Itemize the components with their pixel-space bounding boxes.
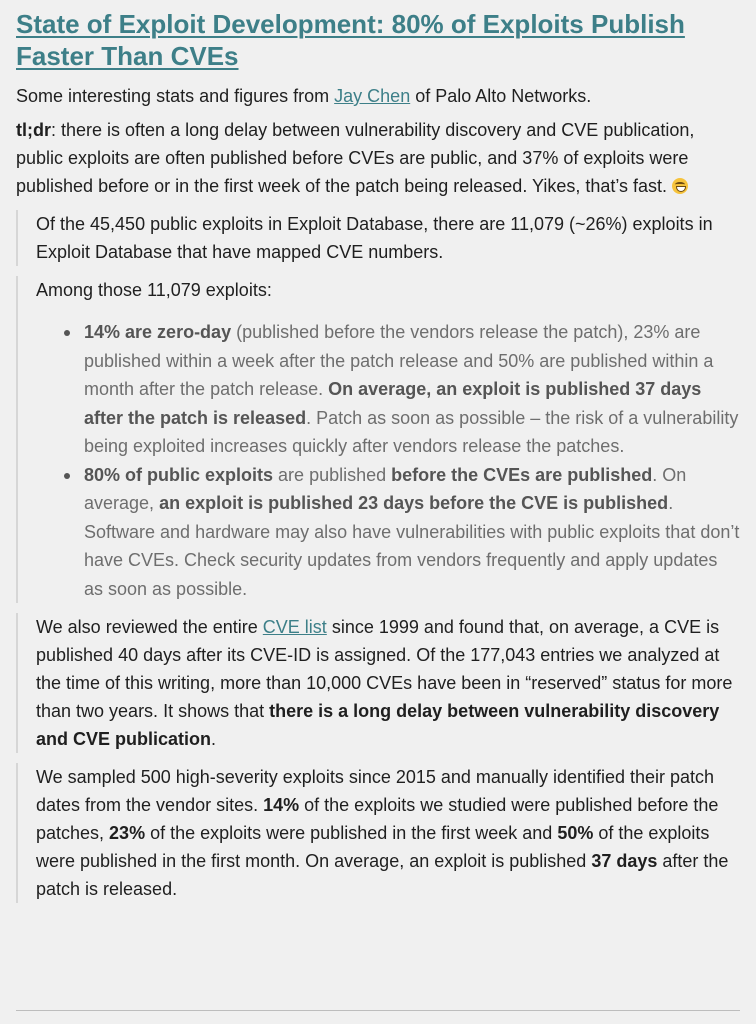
intro-text-before: Some interesting stats and figures from <box>16 86 335 106</box>
quote-stats-lead: Among those 11,079 exploits: <box>36 280 272 300</box>
bold-text: 80% of public exploits <box>84 464 274 485</box>
stats-list-item-zero-day: 14% are zero-day (published before the v… <box>64 318 740 461</box>
bold-text: before the CVEs are published <box>391 464 653 485</box>
grinning-sweat-emoji-icon <box>672 178 689 194</box>
bold-text: 50% <box>557 823 594 843</box>
bold-text: 14% are zero-day <box>84 322 232 342</box>
tldr-text: : there is often a long delay between vu… <box>16 120 695 196</box>
quote-sampled-text: We sampled 500 high-severity exploits si… <box>36 763 740 903</box>
quote-cve-list-text: We also reviewed the entire CVE list sin… <box>36 613 740 753</box>
article-title-link[interactable]: State of Exploit Development: 80% of Exp… <box>16 9 685 71</box>
blockquote-cve-list: We also reviewed the entire CVE list sin… <box>16 613 740 753</box>
text: . <box>211 729 217 749</box>
blockquote-sampled-exploits: We sampled 500 high-severity exploits si… <box>16 763 740 903</box>
tldr-paragraph: tl;dr: there is often a long delay betwe… <box>16 116 740 200</box>
intro-paragraph: Some interesting stats and figures from … <box>16 82 740 110</box>
bold-text: 14% <box>263 795 300 815</box>
bold-text: 37 days <box>591 851 658 871</box>
quote-exploit-db-text: Of the 45,450 public exploits in Exploit… <box>36 214 713 262</box>
text: are published <box>273 464 392 485</box>
blockquote-exploit-db: Of the 45,450 public exploits in Exploit… <box>16 210 740 266</box>
article-title: State of Exploit Development: 80% of Exp… <box>16 8 740 72</box>
tldr-label: tl;dr <box>16 120 51 140</box>
author-link[interactable]: Jay Chen <box>334 86 410 106</box>
bold-text: 23% <box>109 823 146 843</box>
article: State of Exploit Development: 80% of Exp… <box>0 0 756 903</box>
stats-list-item-public-exploits: 80% of public exploits are published bef… <box>64 461 740 604</box>
text: of the exploits were published in the fi… <box>145 823 558 843</box>
bold-text: an exploit is published 23 days before t… <box>159 493 669 513</box>
stats-list: 14% are zero-day (published before the v… <box>36 318 740 603</box>
divider <box>16 1010 740 1011</box>
cve-list-link[interactable]: CVE list <box>263 617 327 637</box>
intro-text-after: of Palo Alto Networks. <box>410 86 592 106</box>
blockquote-exploit-stats: Among those 11,079 exploits: 14% are zer… <box>16 276 740 603</box>
text: We also reviewed the entire <box>36 617 263 637</box>
